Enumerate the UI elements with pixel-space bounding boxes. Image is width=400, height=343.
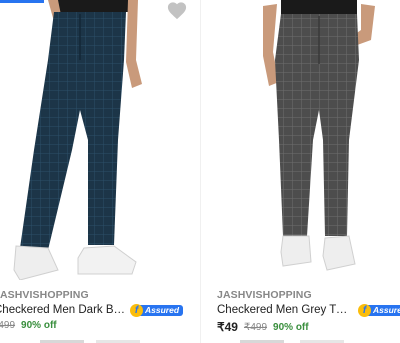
product-card-dark-blue[interactable]: JASHVISHOPPING Checkered Men Dark Blue T…: [0, 0, 201, 343]
assured-badge: f Assured: [357, 303, 400, 317]
grey-pants-image: [263, 0, 375, 271]
product-image[interactable]: [211, 0, 400, 280]
card-divider: [200, 0, 201, 343]
product-title[interactable]: Checkered Men Grey Track Pants: [217, 304, 348, 316]
dark-blue-pants-image: [13, 0, 142, 280]
heart-icon[interactable]: [166, 0, 188, 20]
discount-label: 90% off: [21, 320, 57, 331]
assured-label: Assured: [138, 304, 184, 316]
assured-label: Assured: [365, 304, 400, 316]
original-price: ₹499: [0, 320, 16, 331]
assured-icon: f: [357, 303, 371, 317]
original-price: ₹499: [243, 321, 268, 333]
assured-badge: f Assured: [130, 303, 184, 317]
product-image[interactable]: [0, 0, 201, 280]
discount-label: 90% off: [273, 321, 309, 333]
product-title[interactable]: Checkered Men Dark Blue Track Pants: [0, 304, 126, 316]
selling-price: ₹49: [217, 320, 238, 334]
product-brand: JASHVISHOPPING: [0, 289, 89, 301]
product-brand: JASHVISHOPPING: [217, 289, 312, 301]
assured-icon: f: [130, 303, 143, 317]
product-card-grey[interactable]: JASHVISHOPPING Checkered Men Grey Track …: [211, 0, 400, 343]
